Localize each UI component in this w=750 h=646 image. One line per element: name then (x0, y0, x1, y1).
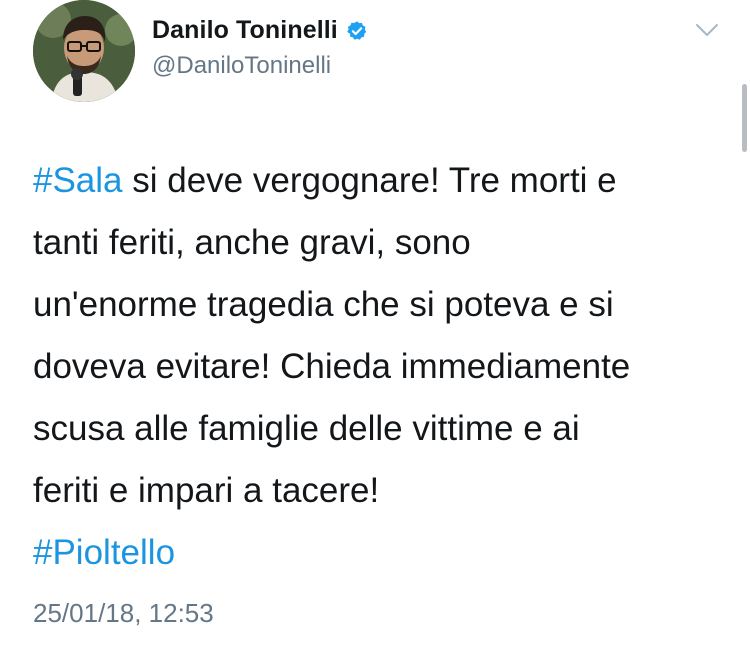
chevron-down-icon[interactable] (695, 22, 719, 38)
tweet-line: #Sala si deve vergognare! Tre morti e (33, 150, 733, 212)
avatar[interactable] (33, 0, 135, 102)
avatar-portrait (33, 0, 135, 102)
tweet-text: #Sala si deve vergognare! Tre morti e ta… (33, 150, 733, 584)
tweet-line: #Pioltello (33, 522, 733, 584)
tweet-line: doveva evitare! Chieda immediamente (33, 347, 631, 386)
tweet-card: Danilo Toninelli @DaniloToninelli #Sala … (0, 0, 750, 646)
tweet-line-text: si deve vergognare! Tre morti e (122, 161, 617, 200)
tweet-line: feriti e impari a tacere! (33, 471, 380, 510)
tweet-line: scusa alle famiglie delle vittime e ai (33, 409, 580, 448)
author-display-name[interactable]: Danilo Toninelli (152, 16, 338, 45)
author-name-row[interactable]: Danilo Toninelli (152, 16, 368, 45)
scrollbar[interactable] (742, 84, 747, 152)
hashtag-link[interactable]: #Pioltello (33, 533, 175, 572)
tweet-timestamp[interactable]: 25/01/18, 12:53 (33, 598, 214, 629)
tweet-line: tanti feriti, anche gravi, sono (33, 223, 471, 262)
hashtag-link[interactable]: #Sala (33, 161, 123, 200)
author-handle[interactable]: @DaniloToninelli (152, 52, 331, 80)
verified-badge-icon (347, 20, 367, 40)
tweet-line: un'enorme tragedia che si poteva e si (33, 285, 614, 324)
